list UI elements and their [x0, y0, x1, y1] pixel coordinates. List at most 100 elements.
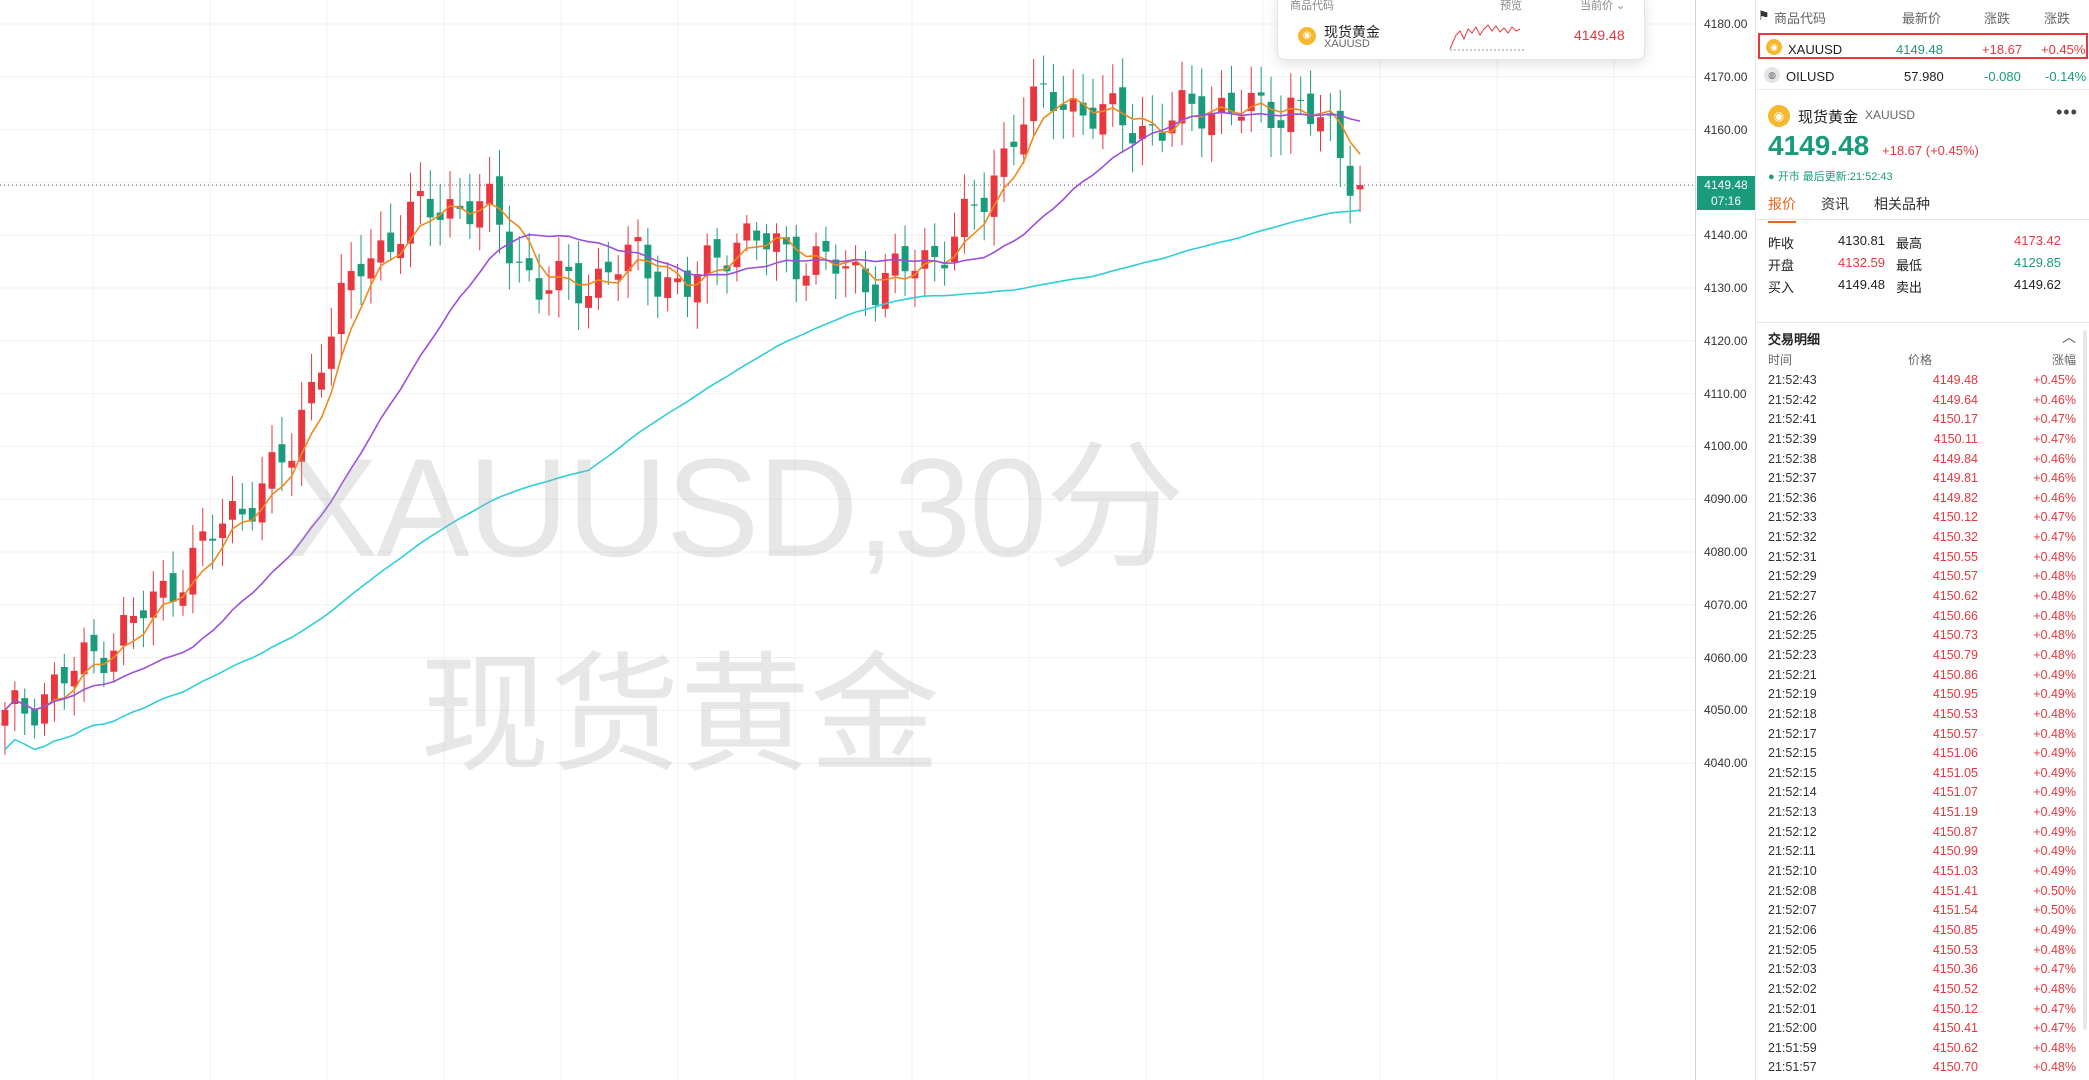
candle-body: [871, 284, 879, 306]
candle-body: [357, 263, 365, 277]
candle-body: [476, 201, 484, 228]
candle-body: [703, 245, 711, 275]
trade-row: 21:52:10 4151.03 +0.49%: [1756, 862, 2089, 882]
candle-body: [31, 709, 39, 726]
trade-time: 21:52:11: [1768, 844, 1816, 859]
candle-body: [209, 538, 217, 541]
candle-body: [1317, 117, 1324, 132]
candle-body: [278, 444, 286, 463]
candle-body: [891, 253, 899, 276]
quote-row: 昨收 4130.81 最高 4173.42: [1756, 230, 2089, 252]
trade-price: 4150.86: [1932, 667, 1978, 682]
watchlist-col-last[interactable]: 最新价: [1902, 8, 1941, 27]
candle-body: [159, 580, 167, 598]
candle-body: [228, 501, 236, 520]
candle-body: [555, 260, 563, 291]
popup-sparkline: [1449, 24, 1524, 51]
trades-title: 交易明细: [1768, 332, 1821, 347]
tab-quote[interactable]: 报价: [1768, 194, 1796, 223]
watchlist-col-change[interactable]: 涨跌: [1984, 8, 2010, 27]
price-tick-label: 4060.00: [1704, 650, 1748, 665]
watchlist-col-code[interactable]: 商品代码: [1774, 8, 1826, 27]
trade-row: 21:52:15 4151.06 +0.49%: [1756, 744, 2089, 764]
trading-app: XAUUSD,30分 现货黄金 商品代码 预览 当前价 ⌄ ◉ 现货黄金 XAU…: [0, 0, 2089, 1080]
ma-slow-line: [4, 209, 1361, 751]
trade-time: 21:52:43: [1768, 373, 1817, 387]
trade-price: 4150.17: [1932, 412, 1978, 427]
candle-body: [496, 176, 503, 225]
candle-body: [1, 709, 9, 726]
candle-body: [90, 634, 98, 652]
candle-body: [416, 190, 424, 197]
trade-time: 21:52:15: [1768, 746, 1817, 761]
candle-body: [1040, 83, 1047, 85]
candlestick-chart[interactable]: XAUUSD,30分 现货黄金: [0, 0, 1695, 1080]
watchlist-col-pct[interactable]: 涨跌: [2044, 8, 2070, 27]
candle-body: [901, 246, 909, 272]
quote-row: 买入 4149.48 卖出 4149.62: [1756, 274, 2089, 296]
candle-body: [100, 657, 108, 674]
trade-pct: +0.48%: [2033, 942, 2076, 957]
trade-time: 21:52:29: [1768, 569, 1817, 584]
flag-icon[interactable]: ⚑: [1758, 8, 1770, 24]
trade-price: 4149.84: [1932, 451, 1978, 466]
popup-col-price[interactable]: 当前价 ⌄: [1580, 0, 1625, 13]
trade-row: 21:52:03 4150.36 +0.47%: [1756, 960, 2089, 980]
scrollbar[interactable]: [2083, 330, 2087, 1030]
trade-time: 21:52:31: [1768, 549, 1817, 564]
trade-row: 21:52:42 4149.64 +0.46%: [1756, 391, 2089, 411]
trade-pct: +0.46%: [2033, 392, 2076, 407]
price-tick-label: 4130.00: [1704, 281, 1748, 295]
trade-time: 21:52:33: [1768, 510, 1817, 525]
trade-price: 4151.05: [1932, 765, 1978, 780]
trade-pct: +0.50%: [2033, 903, 2076, 918]
trade-pct: +0.49%: [2033, 746, 2076, 761]
trade-time: 21:52:15: [1768, 765, 1817, 780]
trade-price: 4150.36: [1932, 962, 1978, 977]
candle-body: [931, 245, 939, 257]
price-axis[interactable]: 4180.004170.004160.004150.004140.004130.…: [1695, 0, 1755, 1080]
candle-body: [980, 197, 988, 213]
quote-label: 最低: [1896, 258, 1923, 273]
trade-pct: +0.48%: [2033, 589, 2076, 604]
trade-row: 21:52:41 4150.17 +0.47%: [1756, 410, 2089, 430]
quote-value: 4149.48: [1838, 277, 1885, 292]
trade-time: 21:52:37: [1768, 471, 1817, 486]
trade-pct: +0.47%: [2033, 510, 2076, 525]
trade-price: 4150.55: [1932, 549, 1978, 564]
watchlist-last: 57.980: [1904, 69, 1944, 84]
trade-time: 21:52:36: [1768, 490, 1817, 505]
watchlist-row-xauusd[interactable]: ◉ XAUUSD 4149.48 +18.67 +0.45%: [1758, 33, 2088, 59]
gold-coin-icon: ◉: [1766, 39, 1782, 55]
candle-body: [1346, 165, 1354, 196]
candle-body: [130, 615, 137, 623]
watchlist-row-oilusd[interactable]: ◍ OILUSD 57.980 -0.080 -0.14%: [1756, 62, 2089, 90]
candle-body: [199, 531, 207, 541]
trade-pct: +0.50%: [2033, 883, 2076, 898]
tab-news[interactable]: 资讯: [1821, 194, 1849, 221]
chart-canvas[interactable]: [0, 0, 1695, 1080]
price-tick-label: 4100.00: [1704, 439, 1748, 454]
info-change: +18.67 (+0.45%): [1882, 143, 1979, 158]
trade-time: 21:52:13: [1768, 805, 1817, 820]
trade-pct: +0.48%: [2033, 1060, 2076, 1075]
trade-row: 21:52:19 4150.95 +0.49%: [1756, 685, 2089, 705]
candle-body: [802, 275, 810, 286]
chevron-up-icon[interactable]: ︿: [2062, 327, 2076, 347]
trade-row: 21:52:39 4150.11 +0.47%: [1756, 430, 2089, 450]
trade-price: 4150.57: [1932, 569, 1978, 584]
trade-time: 21:52:05: [1768, 942, 1817, 957]
trade-pct: +0.48%: [2033, 981, 2076, 996]
trade-price: 4150.66: [1932, 608, 1978, 623]
trade-price: 4151.07: [1932, 785, 1978, 800]
more-options-icon[interactable]: •••: [2056, 102, 2078, 123]
candle-body: [1198, 96, 1206, 129]
tab-related[interactable]: 相关品种: [1874, 194, 1930, 221]
symbol-search-popup[interactable]: 商品代码 预览 当前价 ⌄ ◉ 现货黄金 XAUUSD 4149.48: [1277, 0, 1645, 60]
candle-body: [604, 261, 612, 273]
trades-list[interactable]: 21:52:43 4149.48 +0.45% 21:52:42 4149.64 +0.4…: [1756, 371, 2089, 1078]
trade-row: 21:52:37 4149.81 +0.46%: [1756, 469, 2089, 489]
candle-body: [288, 460, 296, 468]
quote-row: 开盘 4132.59 最低 4129.85: [1756, 252, 2089, 274]
candle-body: [1208, 114, 1216, 136]
